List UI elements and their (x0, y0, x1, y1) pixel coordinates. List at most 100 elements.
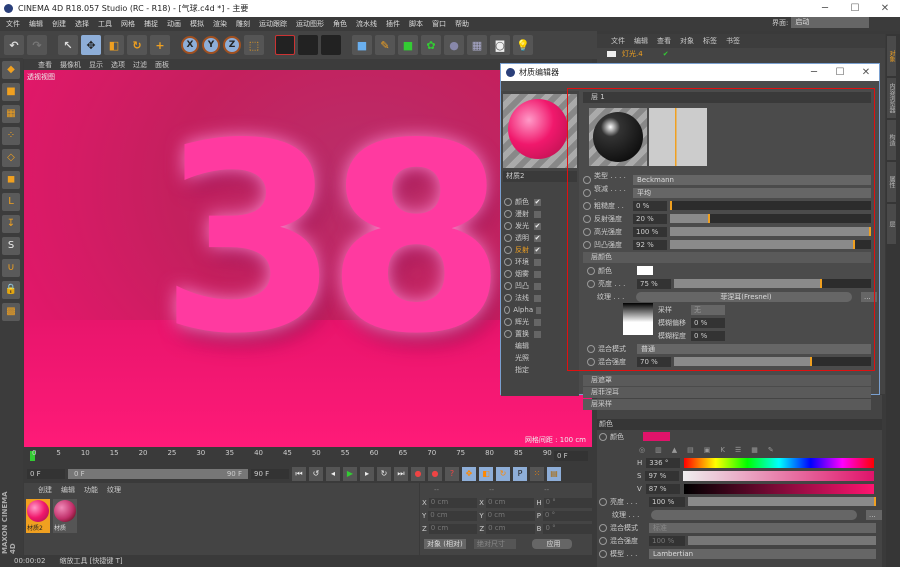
coord-input[interactable]: 0 ° (543, 497, 592, 508)
animate-icon[interactable] (504, 246, 512, 254)
material-menu-item[interactable]: 功能 (84, 485, 98, 495)
minimize-button[interactable]: ─ (810, 0, 840, 17)
magnet-icon[interactable]: ∪ (2, 259, 20, 277)
next-frame-icon[interactable]: ▸ (360, 467, 374, 481)
model-mode-icon[interactable]: ◆ (2, 61, 20, 79)
blend-mode-dropdown[interactable]: 标准 (649, 522, 876, 533)
param-input[interactable]: 20 % (633, 213, 667, 224)
channel-item[interactable]: 漫射 (501, 208, 579, 220)
animate-icon[interactable] (504, 330, 512, 338)
animate-icon[interactable] (504, 222, 512, 230)
autokey-icon[interactable]: ● (428, 467, 442, 481)
channel-item[interactable]: 反射 ✔ (501, 244, 579, 256)
coord-input[interactable]: 0 cm (485, 510, 535, 521)
menu-item[interactable]: 角色 (333, 19, 347, 29)
texture-slot[interactable] (651, 509, 857, 520)
menu-item[interactable]: 工具 (98, 19, 112, 29)
render-settings-icon[interactable] (321, 35, 341, 55)
eyedropper-icon[interactable]: ✎ (768, 446, 774, 454)
polygons-mode-icon[interactable]: ◼ (2, 171, 20, 189)
collapsed-section[interactable]: 层遮罩 (583, 375, 871, 386)
h-slider[interactable] (684, 457, 874, 468)
viewport-menu-item[interactable]: 过滤 (133, 60, 147, 70)
timeline-layout-icon[interactable]: ▤ (547, 467, 561, 481)
right-tab[interactable]: 内容浏览器 (887, 78, 896, 118)
model-dropdown[interactable]: Lambertian (649, 548, 876, 559)
tweak-icon[interactable]: ↧ (2, 215, 20, 233)
undo-button[interactable]: ↶ (4, 35, 24, 55)
coord-input[interactable]: 0 ° (542, 510, 592, 521)
material-name[interactable]: 材质2 (503, 171, 577, 182)
object-menu-item[interactable]: 标签 (703, 36, 717, 46)
coord-input[interactable]: 0 cm (428, 510, 478, 521)
coord-mode-dropdown[interactable]: 对象 (相对) (424, 538, 466, 549)
viewport-menu-item[interactable]: 显示 (89, 60, 103, 70)
go-to-start-icon[interactable]: ⏮ (292, 467, 306, 481)
prev-key-icon[interactable]: ↺ (309, 467, 323, 481)
coord-input[interactable]: 0 cm (485, 497, 535, 508)
y-axis-lock-button[interactable]: Y (202, 36, 220, 54)
layer-brightness-slider[interactable] (674, 279, 871, 288)
param-slider[interactable] (670, 227, 871, 236)
attenuation-dropdown[interactable]: 平均 (633, 187, 871, 198)
material-menu-item[interactable]: 纹理 (107, 485, 121, 495)
menu-item[interactable]: 运动图形 (296, 19, 324, 29)
channel-checkbox[interactable]: ✔ (534, 198, 541, 206)
channel-checkbox[interactable]: ✔ (534, 234, 541, 242)
channel-item[interactable]: 置换 (501, 328, 579, 340)
channel-checkbox[interactable] (534, 270, 541, 278)
mixer-icon[interactable]: ☰ (735, 446, 741, 454)
right-tab[interactable]: 对象 (887, 36, 896, 76)
menu-item[interactable]: 动画 (167, 19, 181, 29)
coord-input[interactable]: 0 cm (486, 523, 535, 534)
swatches-icon[interactable]: ▦ (751, 446, 758, 454)
channel-item[interactable]: 发光 ✔ (501, 220, 579, 232)
dialog-maximize-button[interactable]: ☐ (827, 64, 853, 81)
texture-mode-icon[interactable]: ▦ (2, 105, 20, 123)
select-tool-button[interactable]: ↖ (58, 35, 78, 55)
animate-icon[interactable] (504, 282, 512, 290)
image-icon[interactable]: ▲ (672, 446, 677, 454)
channel-checkbox[interactable] (534, 210, 541, 218)
object-row[interactable]: 灯光.4 ✔ (597, 48, 885, 60)
coord-size-dropdown[interactable]: 绝对尺寸 (474, 538, 516, 549)
redo-button[interactable]: ↷ (27, 35, 47, 55)
texture-more-button[interactable]: ... (866, 509, 882, 520)
rotate-tool-button[interactable]: ↻ (127, 35, 147, 55)
menu-item[interactable]: 脚本 (409, 19, 423, 29)
deformer-icon[interactable]: ● (444, 35, 464, 55)
menu-item[interactable]: 编辑 (29, 19, 43, 29)
blend-strength-slider[interactable] (674, 357, 871, 366)
material-item[interactable]: 材质 (53, 499, 77, 533)
menu-item[interactable]: 网格 (121, 19, 135, 29)
grid-icon[interactable]: ▩ (2, 303, 20, 321)
animate-icon[interactable] (504, 270, 512, 278)
menu-item[interactable]: 帮助 (455, 19, 469, 29)
param-slider[interactable] (670, 214, 871, 223)
channel-checkbox[interactable] (534, 282, 541, 290)
next-key-icon[interactable]: ↻ (377, 467, 391, 481)
channel-checkbox[interactable] (534, 258, 541, 266)
param-input[interactable]: 0 % (633, 200, 667, 211)
menu-item[interactable]: 渲染 (213, 19, 227, 29)
right-tab[interactable]: 属性 (887, 162, 896, 202)
channel-item[interactable]: 光照 (501, 352, 579, 364)
light-icon[interactable]: 💡 (513, 35, 533, 55)
channel-checkbox[interactable] (536, 306, 541, 314)
apply-button[interactable]: 应用 (532, 538, 572, 549)
prev-frame-icon[interactable]: ◂ (326, 467, 340, 481)
texture-slot[interactable]: 菲涅耳(Fresnel) (636, 291, 852, 302)
channel-checkbox[interactable]: ✔ (534, 222, 541, 230)
coord-input[interactable]: 0 cm (428, 497, 478, 508)
menu-item[interactable]: 运动跟踪 (259, 19, 287, 29)
s-slider[interactable] (683, 470, 874, 481)
axis-mode-icon[interactable]: L (2, 193, 20, 211)
subdivision-icon[interactable]: ■ (398, 35, 418, 55)
type-dropdown[interactable]: Beckmann (633, 174, 871, 185)
menu-item[interactable]: 插件 (386, 19, 400, 29)
hsv-icon[interactable]: ▣ (704, 446, 711, 454)
blend-strength-input[interactable]: 100 % (649, 535, 685, 546)
viewport-menu-item[interactable]: 选项 (111, 60, 125, 70)
animate-icon[interactable] (504, 318, 512, 326)
param-input[interactable]: 100 % (633, 226, 667, 237)
